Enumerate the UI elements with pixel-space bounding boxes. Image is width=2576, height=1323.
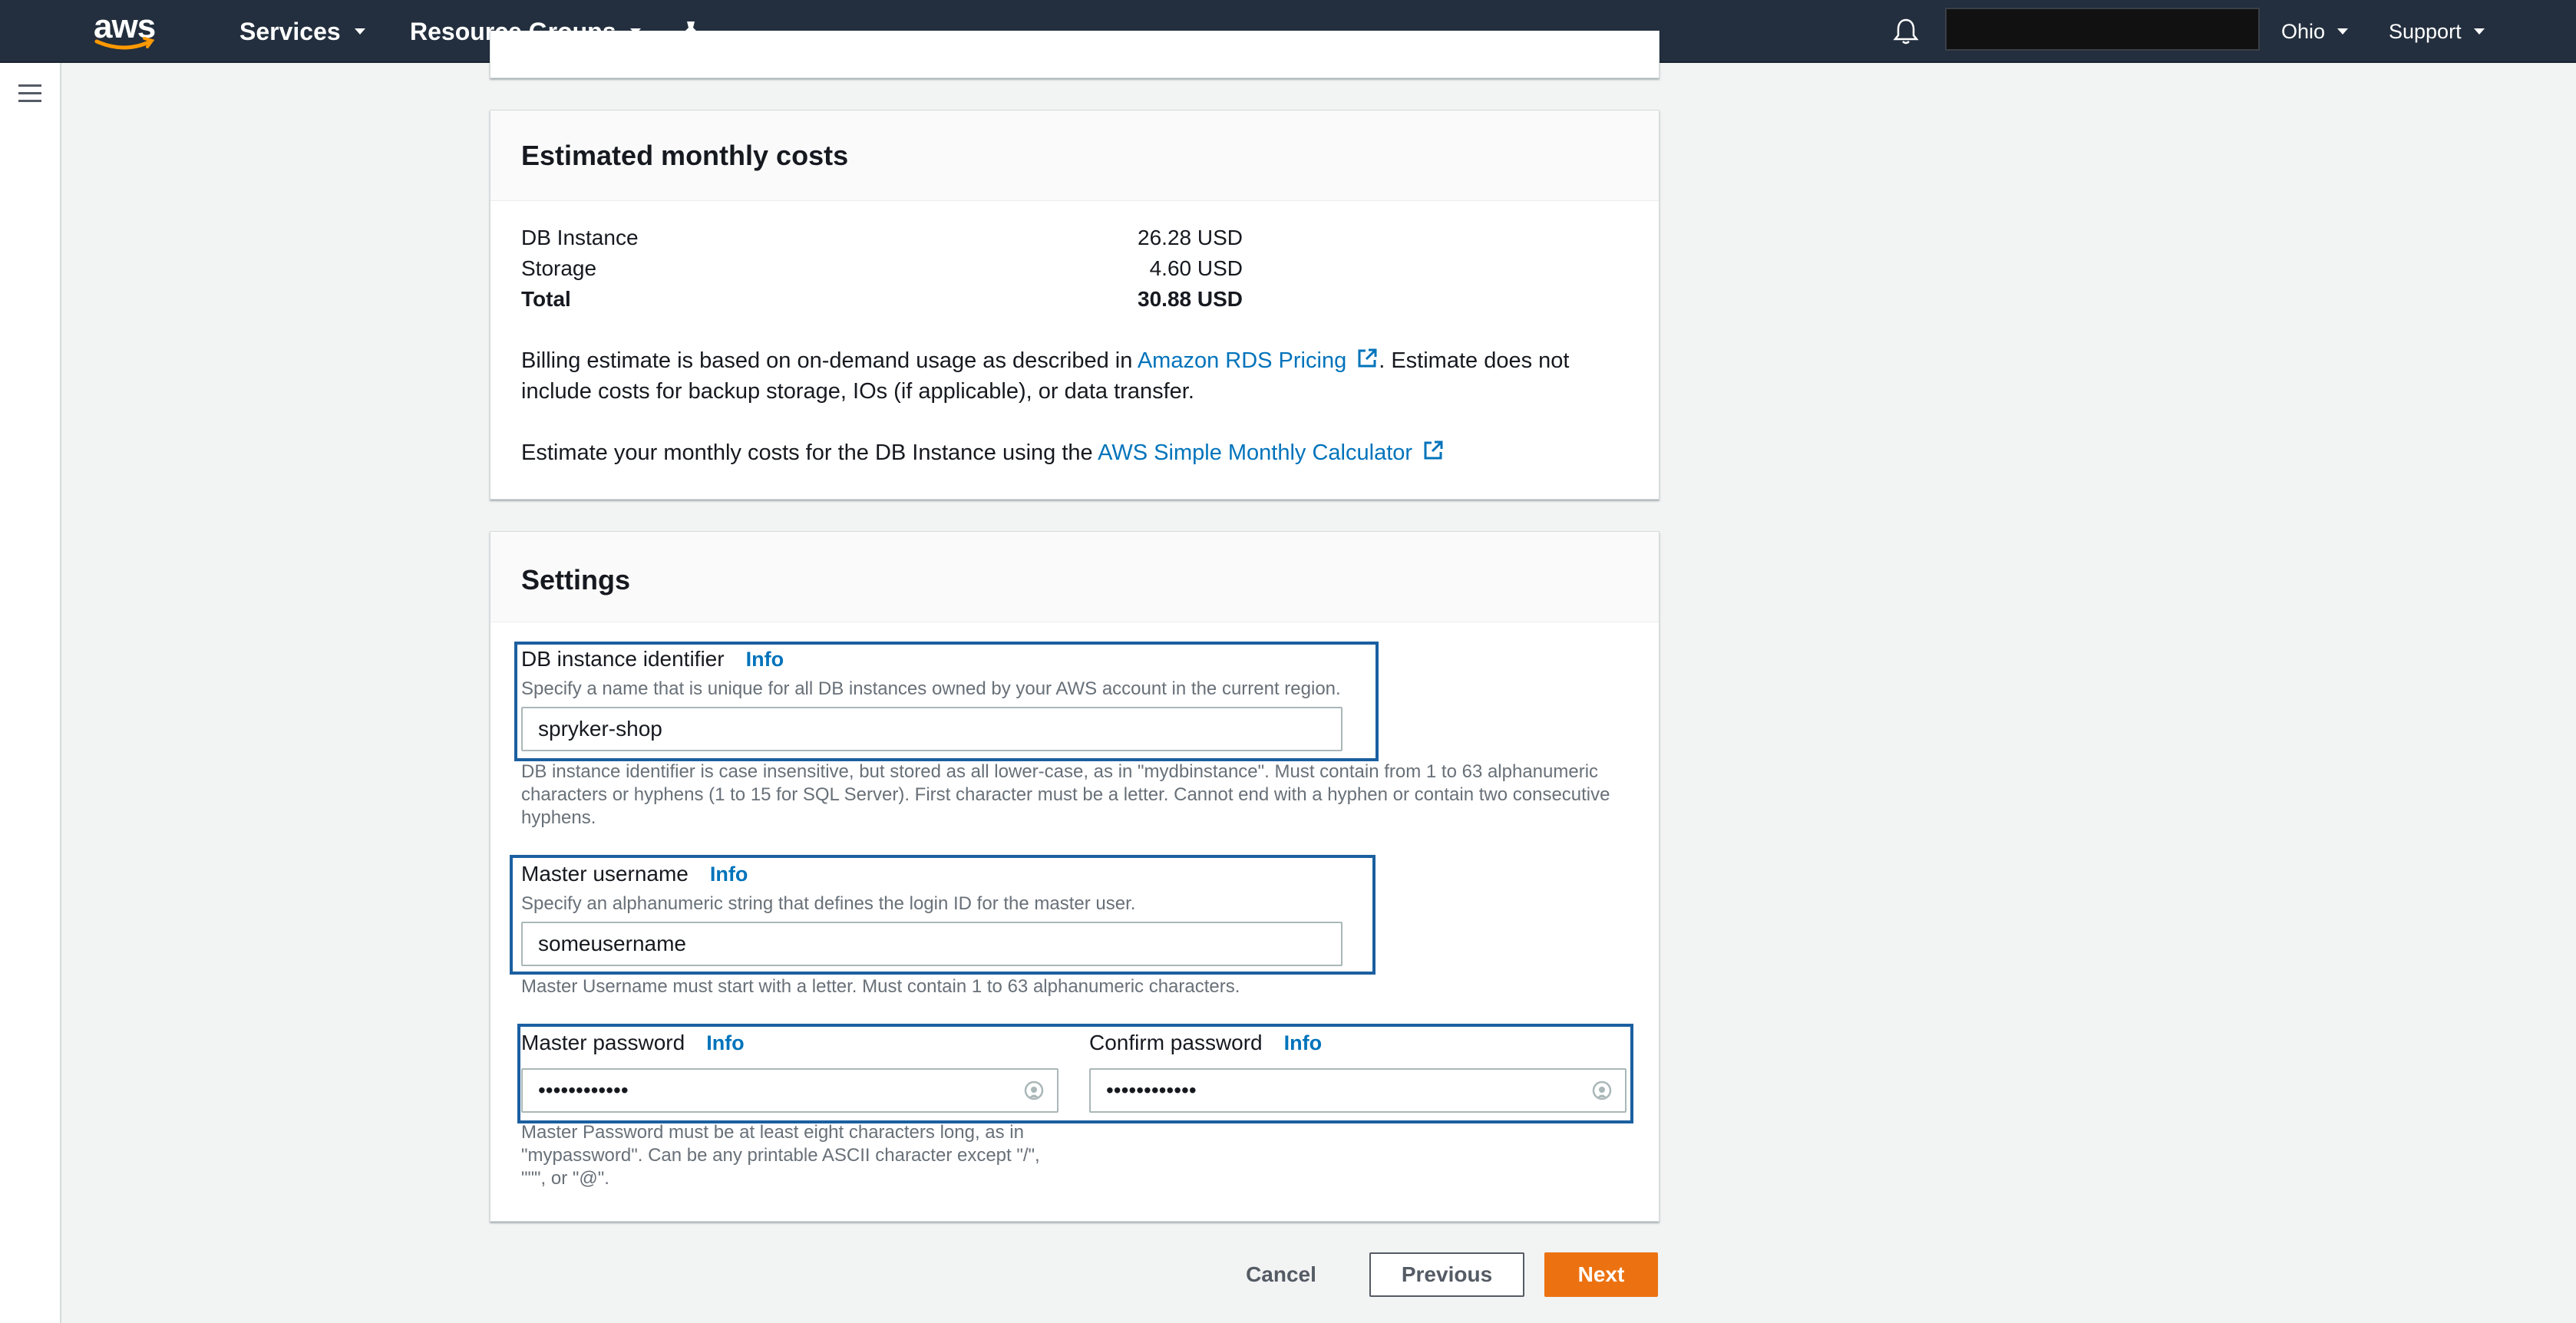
notification-bell-icon[interactable] (1893, 0, 1919, 63)
support-label: Support (2389, 19, 2462, 43)
calculator-text-prefix: Estimate your monthly costs for the DB I… (521, 440, 1098, 465)
next-button[interactable]: Next (1544, 1252, 1658, 1297)
aws-smile-icon (94, 37, 155, 50)
support-menu[interactable]: Support (2389, 0, 2485, 63)
chevron-down-icon (2473, 28, 2485, 35)
aws-logo[interactable]: aws (91, 8, 160, 55)
cost-value: 4.60 USD (1149, 256, 1243, 280)
cost-label: DB Instance (521, 226, 639, 249)
account-menu-redacted[interactable] (1945, 8, 2260, 51)
panel-header: Settings (490, 532, 1659, 622)
region-label: Ohio (2281, 19, 2326, 43)
services-menu[interactable]: Services (239, 0, 365, 63)
cancel-button[interactable]: Cancel (1227, 1252, 1336, 1297)
aws-simple-monthly-calculator-link[interactable]: AWS Simple Monthly Calculator (1098, 440, 1412, 465)
estimated-costs-panel: Estimated monthly costs DB Instance 26.2… (490, 110, 1660, 500)
calculator-text: Estimate your monthly costs for the DB I… (521, 437, 1634, 468)
panel-title: Settings (521, 564, 631, 596)
master-password-help: Master Password must be at least eight c… (521, 1122, 1040, 1189)
master-username-help: Master Username must start with a letter… (521, 976, 1240, 997)
region-menu[interactable]: Ohio (2281, 0, 2349, 63)
master-username-highlight-box (510, 855, 1376, 975)
amazon-rds-pricing-link[interactable]: Amazon RDS Pricing (1138, 348, 1346, 373)
db-instance-identifier-help: DB instance identifier is case insensiti… (521, 761, 1610, 828)
side-navigation-rail (0, 63, 61, 1323)
menu-toggle-icon[interactable] (18, 84, 41, 103)
password-highlight-box (517, 1024, 1633, 1123)
panel-title: Estimated monthly costs (521, 140, 849, 171)
billing-text-prefix: Billing estimate is based on on-demand u… (521, 348, 1138, 373)
cost-label: Total (521, 287, 571, 311)
panel-header: Estimated monthly costs (490, 111, 1659, 201)
previous-section-panel (490, 31, 1660, 78)
cost-total-value: 30.88 USD (1138, 287, 1243, 311)
previous-button[interactable]: Previous (1369, 1252, 1524, 1297)
chevron-down-icon (354, 28, 365, 35)
external-link-icon (1424, 440, 1443, 460)
cost-value: 26.28 USD (1138, 226, 1243, 249)
chevron-down-icon (2337, 28, 2349, 35)
services-label: Services (239, 17, 341, 45)
db-identifier-highlight-box (514, 642, 1379, 761)
cost-label: Storage (521, 256, 597, 280)
billing-estimate-text: Billing estimate is based on on-demand u… (521, 345, 1634, 407)
external-link-icon (1358, 348, 1377, 368)
